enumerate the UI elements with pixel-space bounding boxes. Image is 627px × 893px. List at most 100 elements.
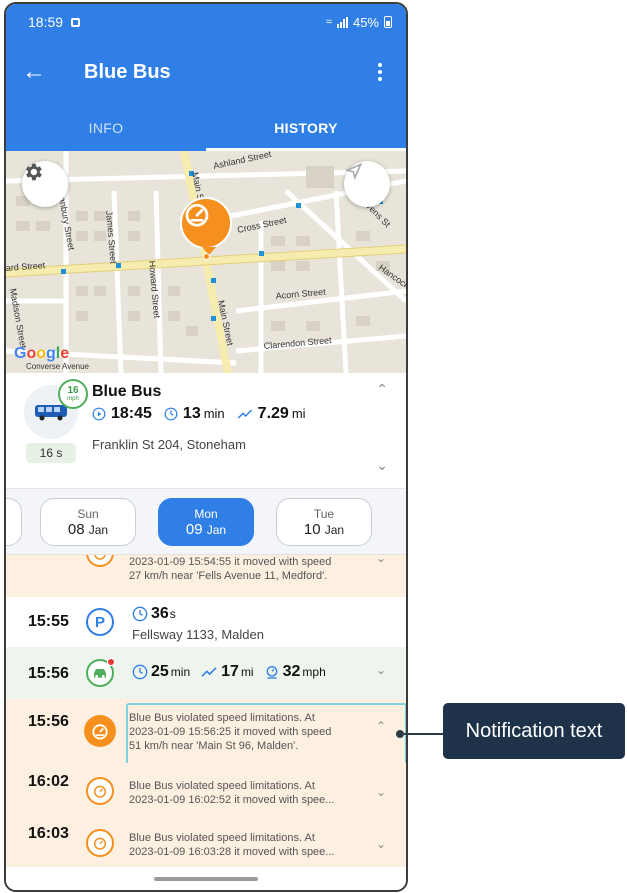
google-logo: Google: [14, 345, 70, 362]
clock-icon: [164, 407, 178, 421]
screenshot-stage: 18:59 ≈ 45% ← Blue Bus INFO HISTORY Ashl…: [0, 0, 627, 893]
chevron-down-icon[interactable]: ⌄: [376, 555, 386, 565]
list-item[interactable]: 15:56 Blue Bus violated speed limitation…: [6, 699, 406, 773]
speed-value: 16: [67, 385, 79, 396]
status-bar: 18:59 ≈ 45%: [6, 4, 406, 40]
tab-history[interactable]: HISTORY: [206, 104, 406, 151]
date-chip-sun[interactable]: Sun 08 Jan: [40, 498, 136, 546]
trip-distance: 7.29: [257, 405, 289, 422]
trip-distance-unit: mi: [291, 406, 306, 421]
chevron-down-icon[interactable]: ⌄: [376, 663, 386, 677]
event-time: 16:02: [28, 773, 69, 790]
speed-badge: 16 mph: [58, 379, 88, 409]
date-chip-tue[interactable]: Tue 10 Jan: [276, 498, 372, 546]
trip-start-time: 18:45: [111, 405, 152, 422]
trip-duration-unit: min: [203, 406, 225, 421]
vehicle-location-dot: [203, 253, 210, 260]
date-day: 08: [67, 520, 85, 538]
date-weekday: Mon: [194, 506, 218, 521]
app-bar: ← Blue Bus: [6, 40, 406, 104]
callout-connector: [404, 733, 444, 735]
navigation-arrow-icon: [344, 162, 363, 181]
speed-event-marker: [86, 555, 114, 567]
date-weekday: Sun: [77, 506, 99, 521]
event-notification-text: Blue Bus violated speed limitations. At …: [129, 712, 332, 752]
parking-icon: P: [86, 608, 114, 636]
speedometer-icon: [94, 555, 106, 560]
list-item[interactable]: 15:55 P 36 s Fellsway 1133, Malden: [6, 597, 406, 647]
vehicle-address: Franklin St 204, Stoneham: [92, 437, 246, 452]
chevron-down-icon[interactable]: ⌄: [376, 457, 388, 474]
event-notification-text: Blue Bus violated speed limitations. At …: [129, 832, 335, 858]
speed-unit: mph: [67, 396, 79, 402]
date-day: 10: [303, 520, 321, 538]
parking-duration: 36 s: [132, 605, 176, 623]
trip-duration: 13: [182, 405, 201, 422]
chevron-down-icon[interactable]: ⌄: [376, 837, 386, 851]
list-item[interactable]: 15:56 25 min 17 mi 32 mph ⌄: [6, 647, 406, 699]
max-speed-icon: [266, 666, 277, 679]
trip-stats: 18:45 13 min 7.29 mi: [92, 405, 318, 423]
back-arrow-icon[interactable]: ←: [22, 60, 50, 84]
map-view[interactable]: Ashland Street Cross Street Stevens St J…: [6, 151, 406, 373]
phone-screen: 18:59 ≈ 45% ← Blue Bus INFO HISTORY Ashl…: [4, 2, 408, 892]
tab-info[interactable]: INFO: [6, 104, 206, 151]
vehicle-summary-card[interactable]: 16 mph 16 s Blue Bus 18:45 13 min 7.29 mi: [6, 373, 406, 489]
event-time: 15:56: [28, 713, 69, 730]
battery-percent: 45%: [352, 14, 379, 30]
play-circle-icon: [92, 407, 106, 421]
home-indicator[interactable]: [154, 877, 258, 881]
speedometer-icon: [92, 724, 108, 740]
date-chip-previous[interactable]: [6, 498, 22, 546]
last-update-chip: 16 s: [26, 443, 76, 463]
route-trend-icon: [237, 409, 252, 419]
wifi-icon: ≈: [325, 16, 332, 28]
event-time: 16:03: [28, 825, 69, 842]
chevron-up-icon[interactable]: ⌃: [376, 381, 388, 398]
vehicle-name: Blue Bus: [92, 383, 162, 400]
callout-anchor-dot: [396, 730, 404, 738]
system-nav-bar: [6, 868, 406, 890]
status-time: 18:59: [28, 14, 64, 30]
battery-icon: [384, 16, 392, 28]
parking-address: Fellsway 1133, Malden: [132, 627, 264, 642]
date-chip-mon[interactable]: Mon 09 Jan: [158, 498, 254, 546]
date-month: Jan: [324, 522, 345, 537]
event-notification-text: Blue Bus violated speed limitations. At …: [129, 780, 335, 806]
tab-bar: INFO HISTORY: [6, 104, 406, 151]
notification-icon: [71, 17, 81, 27]
list-item[interactable]: 16:03 Blue Bus violated speed limitation…: [6, 817, 406, 867]
event-time: 15:55: [28, 613, 69, 630]
chevron-up-icon[interactable]: ⌃: [376, 719, 386, 733]
date-month: Jan: [206, 522, 227, 537]
event-notification-text: 2023-01-09 15:54:55 it moved with speed …: [129, 556, 332, 582]
chevron-down-icon[interactable]: ⌄: [376, 785, 386, 799]
map-settings-button[interactable]: [22, 161, 68, 207]
speedometer-icon: [93, 837, 107, 850]
speed-event-marker: [86, 829, 114, 857]
clock-icon: [132, 606, 148, 622]
gear-icon: [26, 163, 42, 181]
vehicle-map-marker[interactable]: [180, 197, 232, 249]
callout-label: Notification text: [443, 703, 625, 759]
speedometer-icon: [185, 203, 209, 227]
page-title: Blue Bus: [84, 60, 171, 83]
list-item[interactable]: 2023-01-09 15:54:55 it moved with speed …: [6, 555, 406, 597]
list-item[interactable]: 16:02 Blue Bus violated speed limitation…: [6, 763, 406, 817]
trip-stats: 25 min 17 mi 32 mph: [132, 663, 336, 681]
street-label: Converse Avenue: [26, 362, 90, 371]
date-day: 09: [185, 520, 203, 538]
car-icon: [94, 669, 106, 678]
alert-dot: [107, 658, 115, 666]
map-locate-button[interactable]: [344, 161, 390, 207]
trip-marker: [86, 658, 115, 687]
speedometer-icon: [93, 785, 107, 798]
route-trend-icon: [201, 667, 217, 677]
signal-icon: [336, 16, 348, 28]
clock-icon: [132, 664, 148, 680]
date-weekday: Tue: [313, 506, 335, 521]
speed-event-marker: [84, 715, 116, 747]
date-selector: Sun 08 Jan Mon 09 Jan Tue 10 Jan: [6, 489, 406, 555]
history-timeline: 2023-01-09 15:54:55 it moved with speed …: [6, 555, 406, 867]
more-vert-icon[interactable]: [370, 63, 390, 81]
